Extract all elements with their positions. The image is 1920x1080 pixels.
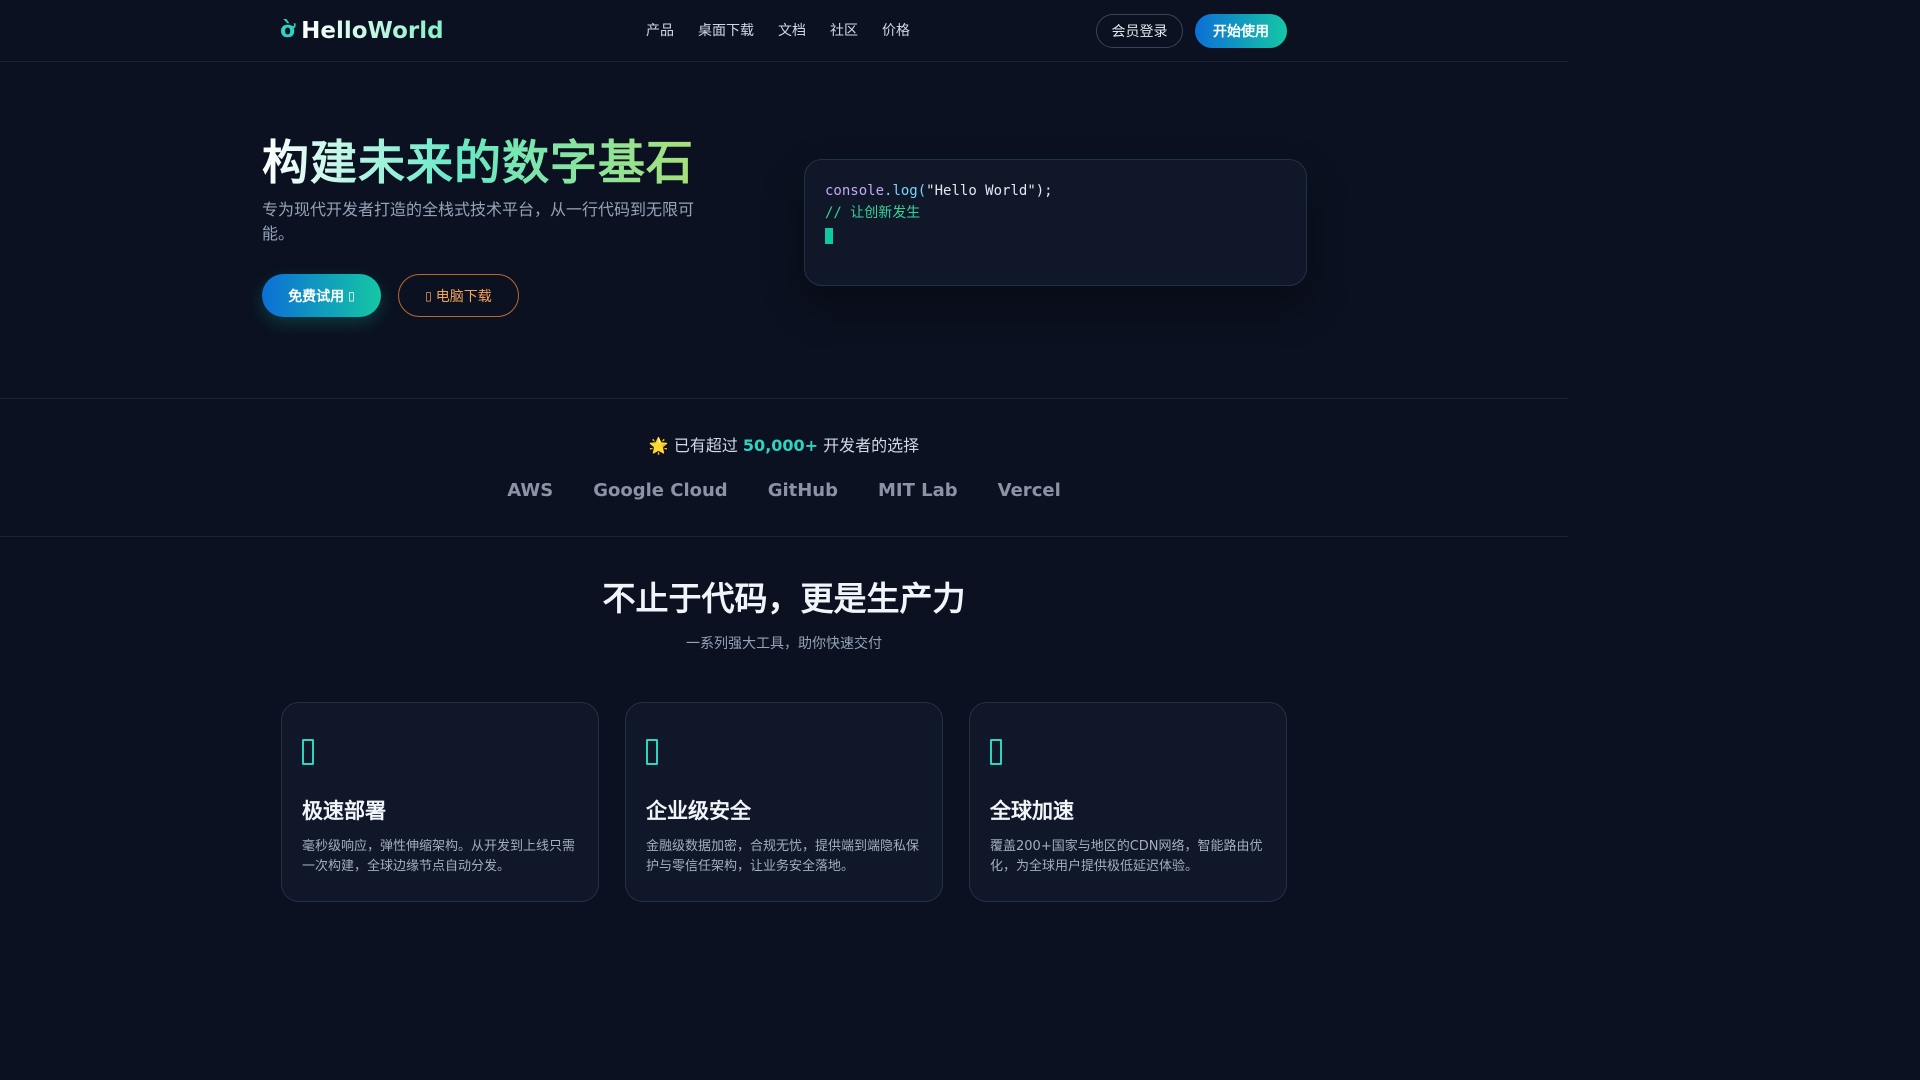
star-icon: 🌟 bbox=[648, 436, 669, 455]
feature-card-deploy: 极速部署 毫秒级响应，弹性伸缩架构。从开发到上线只需一次构建，全球边缘节点自动分… bbox=[281, 702, 599, 902]
rocket-icon: ▯ bbox=[348, 288, 355, 303]
brand-aws: AWS bbox=[507, 480, 554, 501]
nav-link-community[interactable]: 社区 bbox=[830, 20, 858, 40]
free-trial-button[interactable]: 免费试用 ▯ bbox=[262, 274, 381, 317]
social-proof: 🌟 已有超过 50,000+ 开发者的选择 bbox=[0, 432, 1568, 456]
feature-card-global: 全球加速 覆盖200+国家与地区的CDN网络，智能路由优化，为全球用户提供极低延… bbox=[969, 702, 1287, 902]
brand-github: GitHub bbox=[767, 480, 838, 501]
code-method: .log( bbox=[884, 183, 927, 199]
nav-link-docs[interactable]: 文档 bbox=[778, 20, 806, 40]
feature-title: 企业级安全 bbox=[646, 799, 751, 823]
pc-download-label: 电脑下载 bbox=[435, 288, 492, 305]
features-subtitle: 一系列强大工具，助你快速交付 bbox=[686, 636, 882, 652]
free-trial-label: 免费试用 bbox=[288, 288, 345, 305]
top-nav: ờ HelloWorld 产品 桌面下载 文档 社区 价格 会员登录 开始使用 bbox=[0, 0, 1568, 62]
nav-links: 产品 桌面下载 文档 社区 价格 bbox=[646, 20, 910, 40]
code-string: "Hello World"); bbox=[926, 183, 1053, 199]
nav-link-desktop-download[interactable]: 桌面下载 bbox=[698, 20, 754, 40]
feature-card-security: 企业级安全 金融级数据加密，合规无忧，提供端到端隐私保护与零信任架构，让业务安全… bbox=[625, 702, 943, 902]
lightning-icon bbox=[302, 739, 314, 765]
brand-logos: AWS Google Cloud GitHub MIT Lab Vercel bbox=[0, 480, 1568, 501]
feature-desc: 覆盖200+国家与地区的CDN网络，智能路由优化，为全球用户提供极低延迟体验。 bbox=[990, 839, 1263, 874]
section-divider bbox=[0, 536, 1568, 537]
download-icon: ▯ bbox=[425, 288, 432, 303]
nav-link-pricing[interactable]: 价格 bbox=[882, 20, 910, 40]
pc-download-button[interactable]: ▯ 电脑下载 bbox=[398, 274, 519, 317]
social-suffix: 开发者的选择 bbox=[823, 436, 920, 455]
code-line-1: console.log("Hello World"); bbox=[825, 180, 1286, 202]
feature-desc: 毫秒级响应，弹性伸缩架构。从开发到上线只需一次构建，全球边缘节点自动分发。 bbox=[302, 839, 576, 874]
shield-icon bbox=[646, 739, 658, 765]
hero-title: 构建未来的数字基石 bbox=[262, 124, 694, 193]
logo-text: HelloWorld bbox=[301, 18, 444, 44]
developer-count: 50,000+ bbox=[742, 436, 819, 455]
brand-vercel: Vercel bbox=[997, 480, 1061, 501]
code-cursor bbox=[825, 228, 833, 244]
feature-title: 全球加速 bbox=[990, 799, 1074, 823]
member-login-button[interactable]: 会员登录 bbox=[1096, 14, 1183, 48]
logo-icon: ờ bbox=[280, 18, 296, 43]
features-title: 不止于代码，更是生产力 bbox=[602, 579, 966, 618]
logo[interactable]: ờ HelloWorld bbox=[280, 16, 444, 46]
code-comment: // 让创新发生 bbox=[825, 205, 921, 221]
code-fn: console bbox=[825, 183, 885, 199]
feature-desc: 金融级数据加密，合规无忧，提供端到端隐私保护与零信任架构，让业务安全落地。 bbox=[646, 839, 920, 874]
social-prefix: 已有超过 bbox=[673, 436, 738, 455]
hero-subtitle: 专为现代开发者打造的全栈式技术平台，从一行代码到无限可能。 bbox=[262, 200, 695, 243]
get-started-button[interactable]: 开始使用 bbox=[1195, 14, 1287, 48]
globe-icon bbox=[990, 739, 1002, 765]
code-preview-card: console.log("Hello World"); // 让创新发生 bbox=[804, 159, 1307, 286]
brand-google-cloud: Google Cloud bbox=[593, 480, 728, 501]
nav-link-products[interactable]: 产品 bbox=[646, 20, 674, 40]
brand-mit-lab: MIT Lab bbox=[878, 480, 958, 501]
section-divider bbox=[0, 398, 1568, 399]
feature-title: 极速部署 bbox=[302, 799, 386, 823]
